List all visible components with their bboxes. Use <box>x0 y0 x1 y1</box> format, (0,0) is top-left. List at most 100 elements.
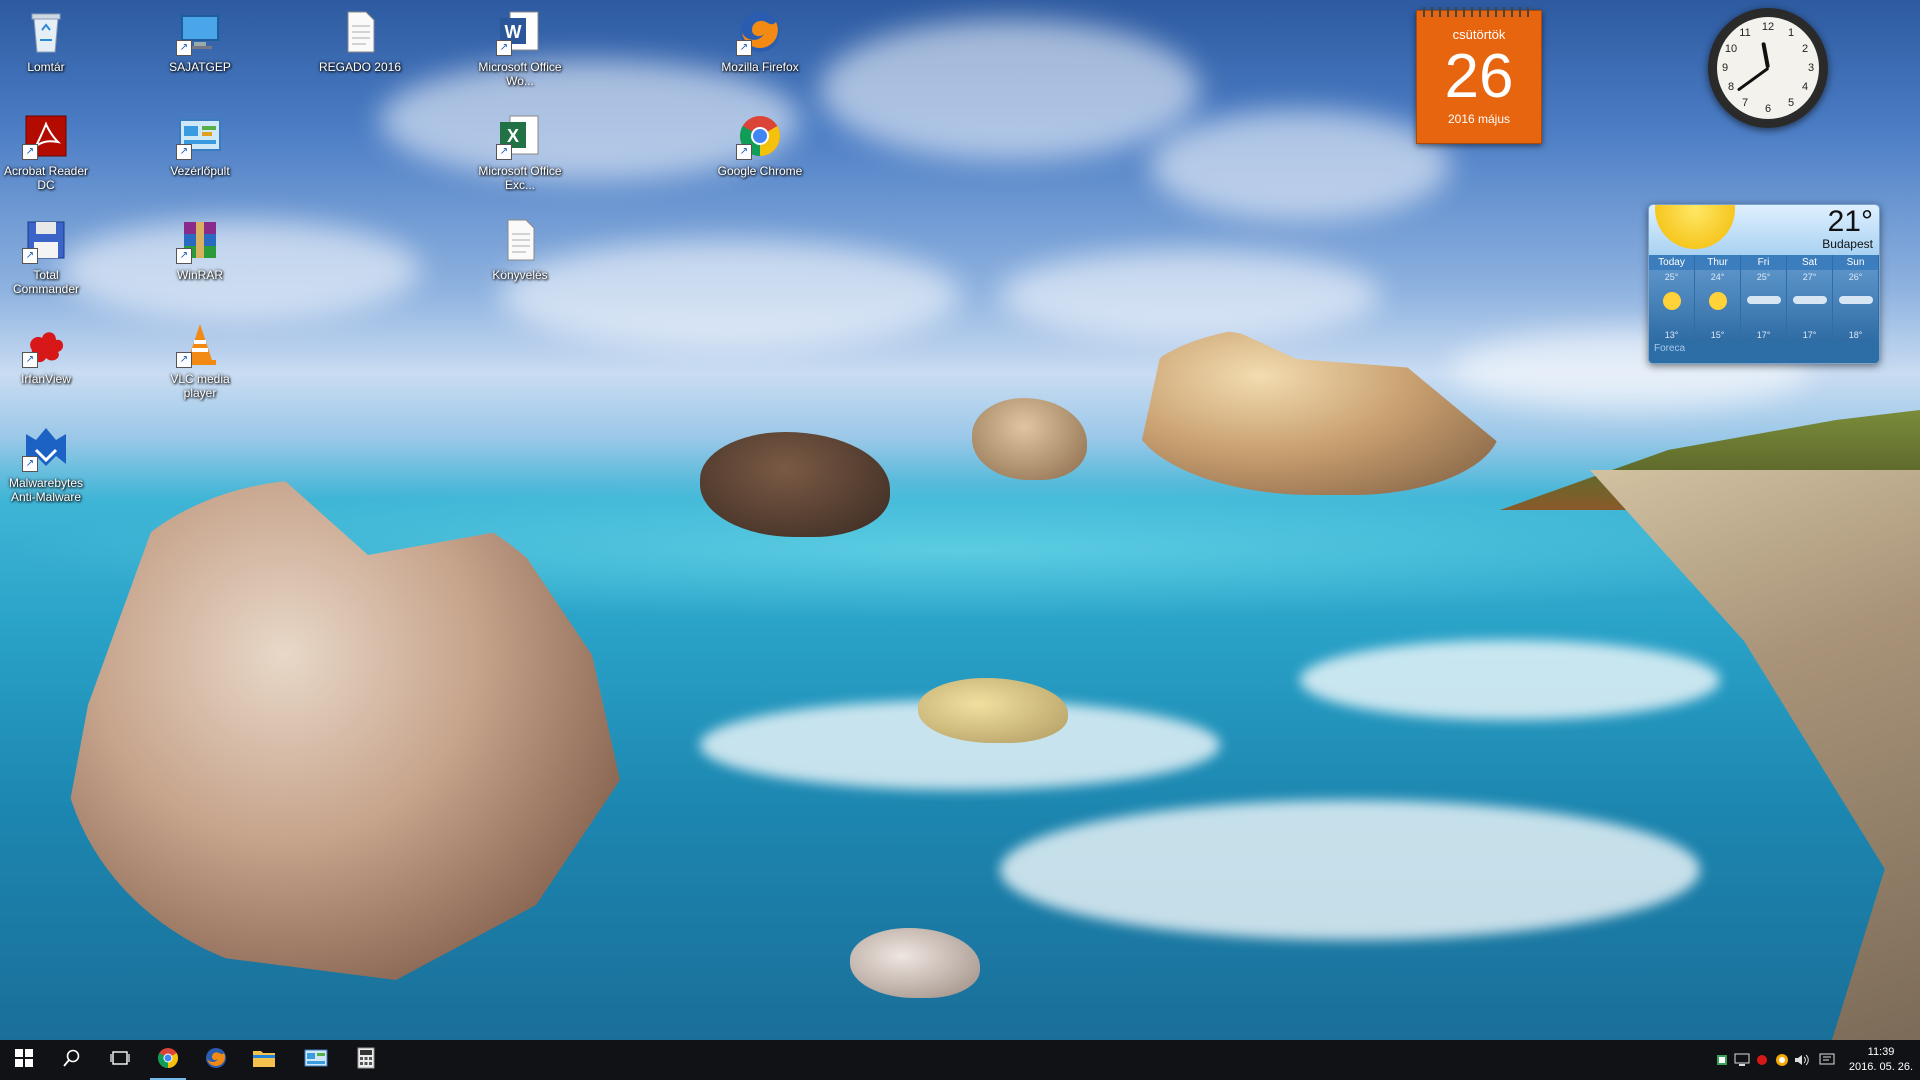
sun-icon <box>1655 205 1735 249</box>
icon-label: Microsoft Office Exc... <box>478 164 562 192</box>
clock-face: 12 1 2 3 4 5 6 7 8 9 10 11 <box>1717 17 1819 119</box>
shortcut-arrow-icon: ↗ <box>22 352 38 368</box>
forecast-high: 25° <box>1664 272 1679 282</box>
icon-label: Total Commander <box>12 268 80 296</box>
icon-label: Google Chrome <box>717 164 803 178</box>
forecast-high: 27° <box>1802 272 1817 282</box>
system-tray: 11:39 2016. 05. 26. <box>1712 1040 1920 1080</box>
desktop-icon-word[interactable]: W ↗ Microsoft Office Wo... <box>474 8 566 88</box>
floppy-icon: ↗ <box>22 216 70 264</box>
cloud-icon <box>1746 296 1781 304</box>
desktop-icon-acrobat[interactable]: ↗ Acrobat Reader DC <box>0 112 92 192</box>
control-panel-icon <box>304 1048 328 1073</box>
volume-icon[interactable] <box>1792 1040 1812 1080</box>
control-panel-taskbar-button[interactable] <box>292 1040 340 1080</box>
control-panel-icon: ↗ <box>176 112 224 160</box>
icon-label: Mozilla Firefox <box>721 60 799 74</box>
chrome-taskbar-button[interactable] <box>144 1040 192 1080</box>
clock-number: 11 <box>1739 27 1751 39</box>
icon-label: Lomtár <box>27 60 65 74</box>
firefox-icon: ↗ <box>736 8 784 56</box>
taskbar-clock[interactable]: 11:39 2016. 05. 26. <box>1842 1045 1920 1075</box>
irfanview-tray-icon[interactable] <box>1752 1040 1772 1080</box>
calculator-button[interactable] <box>342 1040 390 1080</box>
clock-number: 10 <box>1724 43 1738 55</box>
excel-icon: X ↗ <box>496 112 544 160</box>
desktop-icon-regado[interactable]: REGADO 2016 <box>314 8 406 74</box>
clock-minute-hand <box>1736 66 1769 92</box>
start-button[interactable] <box>0 1040 48 1080</box>
file-explorer-button[interactable] <box>240 1040 288 1080</box>
forecast-day-name: Sun <box>1833 255 1879 270</box>
clock-hour-hand <box>1761 42 1770 69</box>
desktop-wallpaper <box>0 0 1920 1040</box>
icon-label: REGADO 2016 <box>318 60 402 74</box>
taskbar-time: 11:39 <box>1867 1046 1895 1058</box>
icon-label: Malwarebytes Anti-Malware <box>8 476 84 504</box>
forecast-column: 27° 17° <box>1787 270 1833 342</box>
desktop-icon-firefox[interactable]: ↗ Mozilla Firefox <box>714 8 806 74</box>
shortcut-arrow-icon: ↗ <box>176 248 192 264</box>
windows-icon <box>15 1048 33 1072</box>
action-center-icon[interactable] <box>1812 1040 1842 1080</box>
search-button[interactable] <box>48 1040 96 1080</box>
desktop-icon-recycle-bin[interactable]: Lomtár <box>0 8 92 74</box>
desktop-icon-chrome[interactable]: ↗ Google Chrome <box>714 112 806 178</box>
weather-provider[interactable]: Foreca <box>1649 342 1879 355</box>
desktop-icon-total-commander[interactable]: ↗ Total Commander <box>0 216 92 296</box>
calendar-weekday: csütörtök <box>1452 27 1506 42</box>
desktop-icon-malwarebytes[interactable]: ↗ Malwarebytes Anti-Malware <box>0 424 92 504</box>
folder-icon <box>252 1048 276 1073</box>
computer-icon: ↗ <box>176 8 224 56</box>
shortcut-arrow-icon: ↗ <box>22 248 38 264</box>
document-icon <box>496 216 544 264</box>
forecast-high: 26° <box>1848 272 1863 282</box>
clock-gadget[interactable]: 12 1 2 3 4 5 6 7 8 9 10 11 <box>1708 8 1828 128</box>
svg-text:W: W <box>505 22 522 42</box>
calendar-gadget[interactable]: csütörtök 26 2016 május <box>1416 7 1542 144</box>
desktop-icon-sajatgep[interactable]: ↗ SAJATGEP <box>154 8 246 74</box>
forecast-low: 17° <box>1802 330 1817 340</box>
desktop-icon-irfanview[interactable]: ↗ IrfanView <box>0 320 92 386</box>
network-activity-icon[interactable] <box>1712 1040 1732 1080</box>
clock-number: 3 <box>1807 62 1815 74</box>
current-temperature: 21° <box>1827 205 1873 238</box>
icon-label: VLC media player <box>170 372 230 400</box>
desktop-icon-control-panel[interactable]: ↗ Vezérlőpult <box>154 112 246 178</box>
network-icon[interactable] <box>1732 1040 1752 1080</box>
calendar-day: 26 <box>1444 42 1514 111</box>
weather-gadget[interactable]: 21° Budapest Today Thur Fri Sat Sun 25° 1… <box>1648 204 1880 364</box>
icon-label: Vezérlőpult <box>170 164 230 178</box>
forecast-column: 25° 13° <box>1649 270 1695 342</box>
clock-number: 2 <box>1801 43 1809 55</box>
desktop-icon-vlc[interactable]: ↗ VLC media player <box>154 320 246 400</box>
sun-icon <box>1708 292 1727 310</box>
shortcut-arrow-icon: ↗ <box>22 144 38 160</box>
recycle-bin-icon <box>22 8 70 56</box>
firefox-taskbar-button[interactable] <box>192 1040 240 1080</box>
svg-text:X: X <box>507 126 519 146</box>
forecast-low: 15° <box>1710 330 1725 340</box>
forecast-low: 13° <box>1664 330 1679 340</box>
clock-number: 7 <box>1741 97 1749 109</box>
vlc-icon: ↗ <box>176 320 224 368</box>
task-view-button[interactable] <box>96 1040 144 1080</box>
forecast-column: 26° 18° <box>1833 270 1879 342</box>
shortcut-arrow-icon: ↗ <box>496 40 512 56</box>
desktop-icon-excel[interactable]: X ↗ Microsoft Office Exc... <box>474 112 566 192</box>
shortcut-arrow-icon: ↗ <box>736 40 752 56</box>
shortcut-arrow-icon: ↗ <box>176 144 192 160</box>
shortcut-arrow-icon: ↗ <box>736 144 752 160</box>
update-icon[interactable] <box>1772 1040 1792 1080</box>
document-icon <box>336 8 384 56</box>
chrome-icon: ↗ <box>736 112 784 160</box>
forecast-high: 24° <box>1710 272 1725 282</box>
icon-label: Könyvelés <box>492 268 548 282</box>
word-icon: W ↗ <box>496 8 544 56</box>
winrar-icon: ↗ <box>176 216 224 264</box>
forecast-high: 25° <box>1756 272 1771 282</box>
desktop-icon-konyveles[interactable]: Könyvelés <box>474 216 566 282</box>
clock-number: 6 <box>1764 103 1772 115</box>
acrobat-icon: ↗ <box>22 112 70 160</box>
desktop-icon-winrar[interactable]: ↗ WinRAR <box>154 216 246 282</box>
